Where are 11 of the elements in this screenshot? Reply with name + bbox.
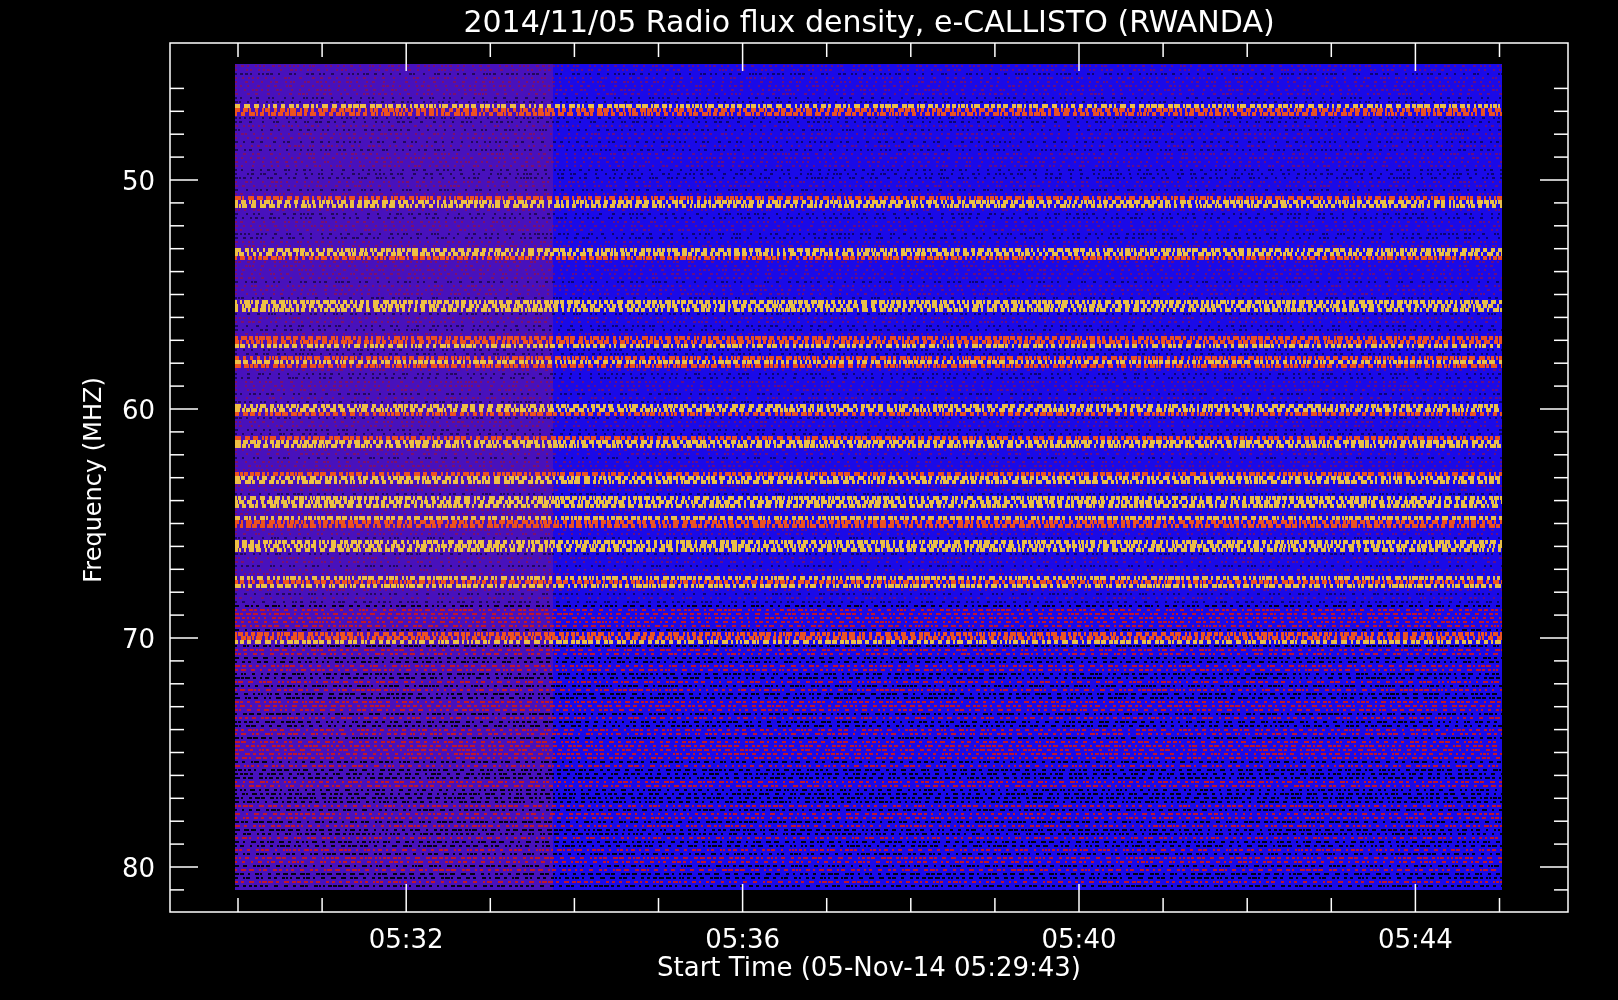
- x-tick-label: 05:44: [1377, 924, 1453, 954]
- y-tick-label: 70: [121, 624, 155, 654]
- y-tick-label: 50: [121, 166, 155, 196]
- chart-title: 2014/11/05 Radio flux density, e-CALLISTO (RWANDA): [463, 4, 1275, 39]
- y-tick-label: 60: [121, 395, 155, 425]
- y-axis-label: Frequency (MHZ): [79, 377, 107, 583]
- x-tick-label: 05:40: [1041, 924, 1117, 954]
- y-tick-label: 80: [121, 853, 155, 883]
- x-axis-label: Start Time (05-Nov-14 05:29:43): [657, 952, 1081, 982]
- x-tick-label: 05:32: [368, 924, 444, 954]
- x-tick-label: 05:36: [705, 924, 781, 954]
